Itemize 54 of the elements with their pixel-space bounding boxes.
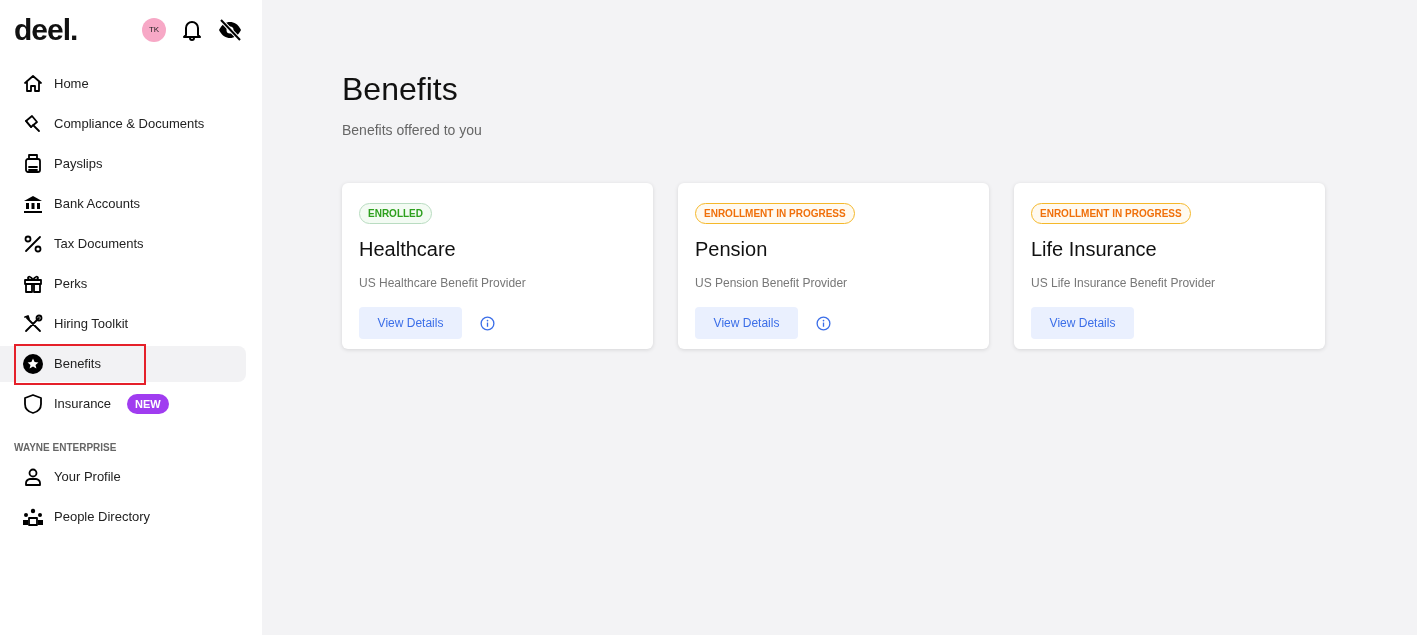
page-title: Benefits bbox=[342, 70, 459, 108]
card-title: Pension bbox=[695, 237, 769, 262]
nav-item[interactable]: Benefits bbox=[0, 346, 246, 382]
section-heading: WAYNE ENTERPRISE bbox=[13, 441, 118, 455]
hidden-eye-icon[interactable] bbox=[218, 19, 242, 41]
home-icon bbox=[22, 73, 44, 95]
provider-text: US Healthcare Benefit Provider bbox=[359, 275, 527, 292]
card-title: Life Insurance bbox=[1031, 237, 1158, 262]
person-icon bbox=[22, 466, 44, 488]
nav-item[interactable]: Bank Accounts bbox=[0, 186, 246, 222]
people-icon bbox=[22, 506, 44, 528]
nav-item[interactable]: People Directory bbox=[0, 499, 246, 535]
status-badge: ENROLLED bbox=[359, 203, 432, 224]
tools-icon bbox=[22, 313, 44, 335]
new-badge: NEW bbox=[127, 393, 169, 415]
page-subtitle: Benefits offered to you bbox=[342, 121, 483, 140]
nav-item[interactable]: Insurance NEW bbox=[0, 386, 246, 422]
status-badge: ENROLLMENT IN PROGRESS bbox=[695, 203, 855, 224]
view-details-button[interactable]: View Details bbox=[695, 307, 798, 339]
card-title: Healthcare bbox=[359, 237, 457, 262]
nav-item[interactable]: Payslips bbox=[0, 146, 246, 182]
nav-label: Your Profile bbox=[54, 468, 121, 487]
percent-icon bbox=[22, 233, 44, 255]
provider-text: US Life Insurance Benefit Provider bbox=[1031, 275, 1217, 292]
nav-item[interactable]: Compliance & Documents bbox=[0, 106, 246, 142]
view-details-button[interactable]: View Details bbox=[1031, 307, 1134, 339]
shield-icon bbox=[22, 393, 44, 415]
calculator-icon bbox=[22, 153, 44, 175]
nav-label: Tax Documents bbox=[54, 235, 144, 254]
bank-icon bbox=[22, 193, 44, 215]
nav-item[interactable]: Tax Documents bbox=[0, 226, 246, 262]
nav-label: Home bbox=[54, 75, 89, 94]
bell-icon[interactable] bbox=[182, 19, 202, 41]
nav-label: Insurance bbox=[54, 395, 112, 414]
nav-label: Perks bbox=[54, 275, 88, 294]
star-badge-icon bbox=[22, 353, 44, 375]
nav-label: Hiring Toolkit bbox=[54, 315, 129, 334]
nav-label: People Directory bbox=[54, 508, 151, 527]
nav-item[interactable]: Perks bbox=[0, 266, 246, 302]
info-icon[interactable] bbox=[480, 315, 495, 331]
nav-label: Bank Accounts bbox=[54, 195, 140, 214]
nav-label: Benefits bbox=[54, 355, 101, 374]
deel-logo[interactable]: deel. bbox=[14, 15, 78, 45]
nav-item[interactable]: Home bbox=[0, 66, 246, 102]
user-avatar[interactable]: TK bbox=[142, 18, 166, 42]
view-details-button[interactable]: View Details bbox=[359, 307, 462, 339]
nav-item[interactable]: Hiring Toolkit bbox=[0, 306, 246, 342]
status-badge: ENROLLMENT IN PROGRESS bbox=[1031, 203, 1191, 224]
info-icon[interactable] bbox=[816, 315, 831, 331]
nav-item[interactable]: Your Profile bbox=[0, 459, 246, 495]
provider-text: US Pension Benefit Provider bbox=[695, 275, 849, 292]
nav-label: Payslips bbox=[54, 155, 103, 174]
nav-label: Compliance & Documents bbox=[54, 115, 205, 134]
gift-icon bbox=[22, 273, 44, 295]
